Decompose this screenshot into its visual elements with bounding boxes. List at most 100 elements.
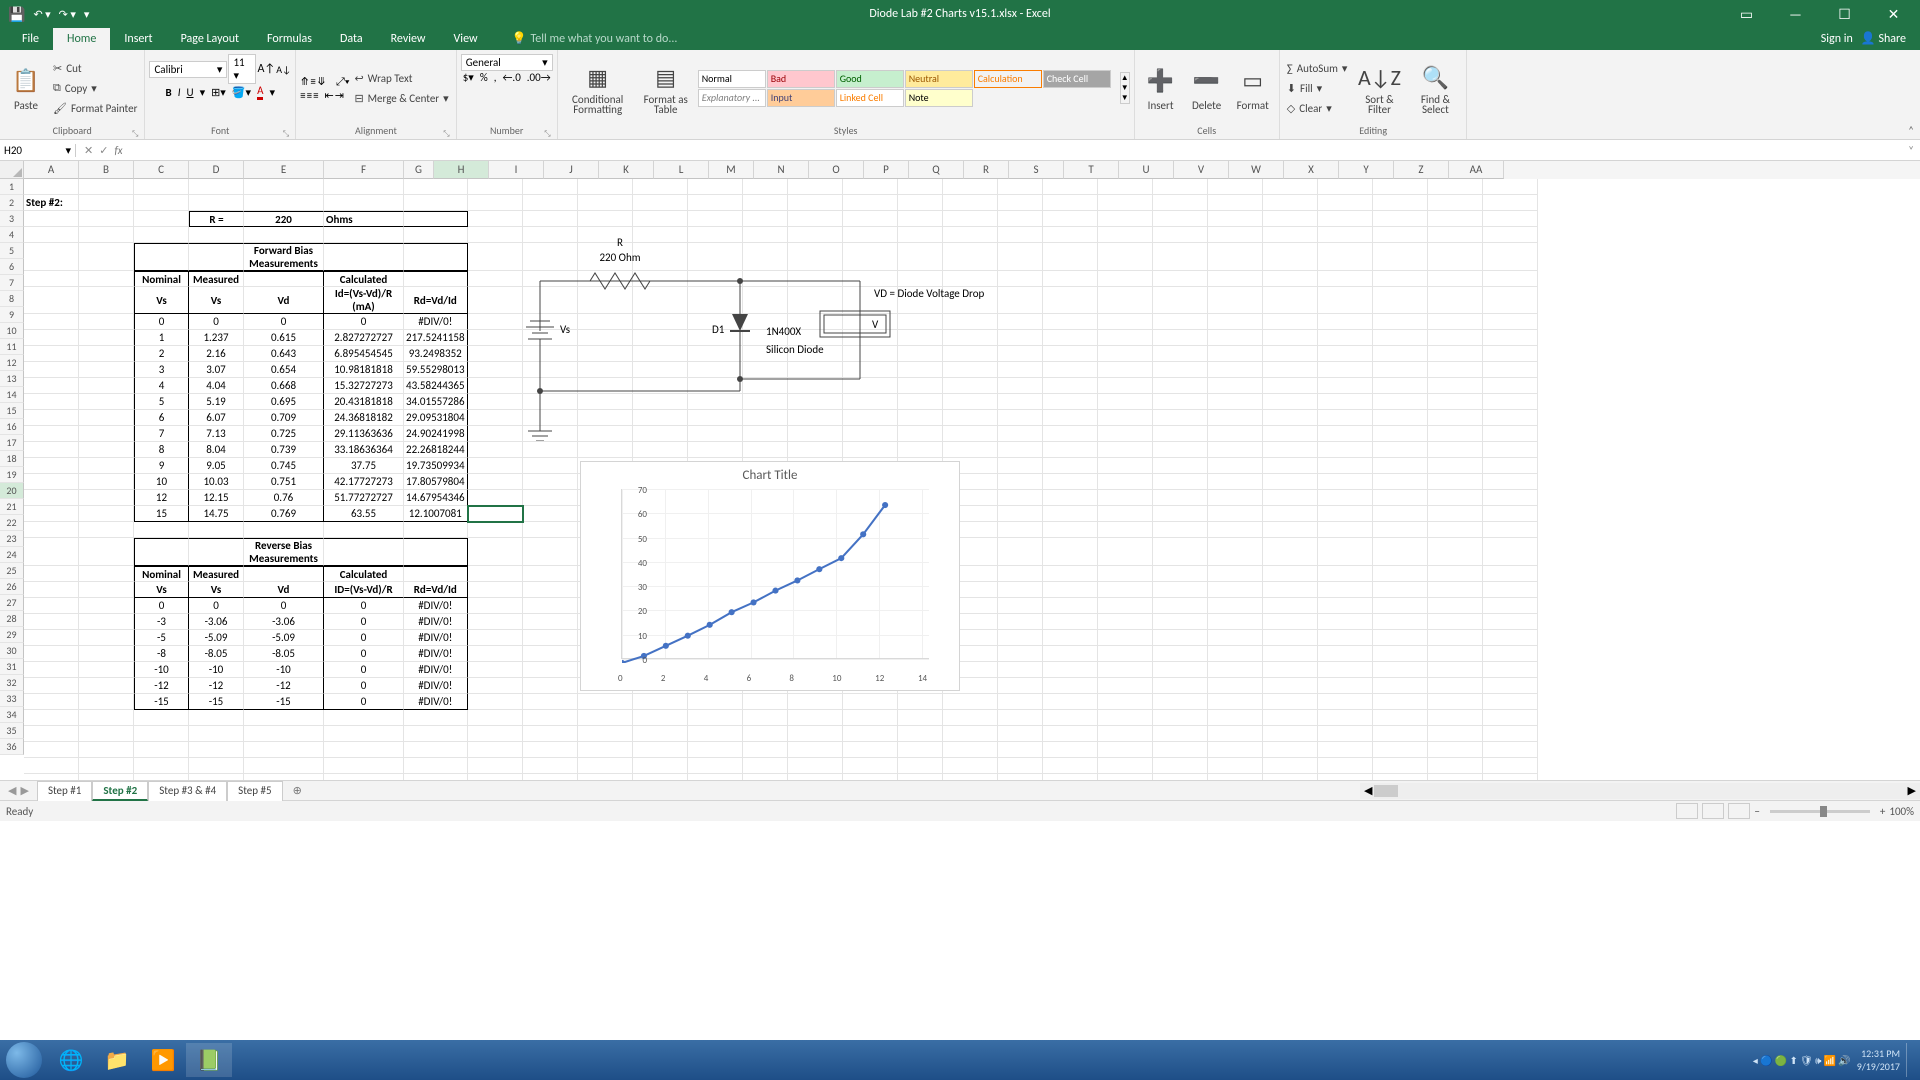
chart[interactable]: Chart Title 01020304050607002468101214	[580, 461, 960, 691]
col-header-V[interactable]: V	[1174, 161, 1229, 179]
comma-icon[interactable]: ,	[494, 71, 497, 84]
col-header-B[interactable]: B	[79, 161, 134, 179]
style-linked-cell[interactable]: Linked Cell	[836, 89, 904, 107]
inc-decimal-icon[interactable]: ←.0	[502, 71, 520, 84]
col-header-O[interactable]: O	[809, 161, 864, 179]
col-header-W[interactable]: W	[1229, 161, 1284, 179]
conditional-formatting-button[interactable]: ▦Conditional Formatting	[562, 58, 634, 118]
row-header-29[interactable]: 29	[0, 627, 24, 643]
row-header-32[interactable]: 32	[0, 675, 24, 691]
font-color-button[interactable]: A	[257, 84, 263, 100]
row-header-34[interactable]: 34	[0, 707, 24, 723]
fill-color-button[interactable]: 🪣▾	[232, 86, 251, 99]
cut-button[interactable]: ✂Cut	[50, 58, 140, 78]
sheet-tab-2[interactable]: Step #3 & #4	[148, 781, 227, 801]
maximize-button[interactable]: ☐	[1822, 0, 1867, 28]
col-header-C[interactable]: C	[134, 161, 189, 179]
orientation-icon[interactable]: ⤢▾	[336, 75, 349, 89]
align-bot-icon[interactable]: ⤋	[317, 75, 326, 88]
row-header-7[interactable]: 7	[0, 275, 24, 291]
col-header-Q[interactable]: Q	[909, 161, 964, 179]
format-painter-button[interactable]: 🖌Format Painter	[50, 98, 140, 118]
expand-formula-icon[interactable]: ˅	[1902, 144, 1920, 157]
gallery-more-icon[interactable]: ▼	[1121, 93, 1129, 103]
add-sheet-button[interactable]: ⊕	[283, 784, 312, 797]
horizontal-scrollbar[interactable]: ◀▶	[1360, 783, 1920, 799]
format-cells-button[interactable]: ▭Format	[1231, 58, 1275, 118]
col-header-F[interactable]: F	[324, 161, 404, 179]
font-family-select[interactable]: Calibri ▾	[149, 61, 227, 78]
col-header-D[interactable]: D	[189, 161, 244, 179]
cancel-entry-icon[interactable]: ✕	[84, 144, 93, 157]
row-header-30[interactable]: 30	[0, 643, 24, 659]
row-header-28[interactable]: 28	[0, 611, 24, 627]
style-normal[interactable]: Normal	[698, 70, 766, 88]
percent-icon[interactable]: %	[480, 71, 488, 84]
page-layout-button[interactable]	[1702, 803, 1724, 819]
align-mid-icon[interactable]: ≡	[310, 75, 315, 88]
style-explanatory-[interactable]: Explanatory ...	[698, 89, 766, 107]
row-header-17[interactable]: 17	[0, 435, 24, 451]
style-note[interactable]: Note	[905, 89, 973, 107]
insert-cells-button[interactable]: ➕Insert	[1139, 58, 1183, 118]
start-button[interactable]	[6, 1042, 42, 1078]
qat-customize-icon[interactable]: ▾	[84, 8, 90, 21]
undo-icon[interactable]: ↶ ▾	[33, 8, 50, 21]
grow-font-icon[interactable]: A↑	[257, 62, 275, 76]
zoom-slider[interactable]	[1770, 810, 1870, 813]
style-input[interactable]: Input	[767, 89, 835, 107]
style-neutral[interactable]: Neutral	[905, 70, 973, 88]
sheet-next-icon[interactable]: ▶	[20, 784, 28, 797]
zoom-level[interactable]: 100%	[1889, 805, 1914, 818]
col-header-T[interactable]: T	[1064, 161, 1119, 179]
row-header-2[interactable]: 2	[0, 195, 24, 211]
row-header-25[interactable]: 25	[0, 563, 24, 579]
show-desktop[interactable]	[1906, 1043, 1914, 1077]
taskbar-excel[interactable]: 📗	[186, 1043, 232, 1077]
col-header-Y[interactable]: Y	[1339, 161, 1394, 179]
row-header-24[interactable]: 24	[0, 547, 24, 563]
col-header-R[interactable]: R	[964, 161, 1009, 179]
zoom-out-button[interactable]: −	[1754, 805, 1759, 818]
row-header-13[interactable]: 13	[0, 371, 24, 387]
row-header-22[interactable]: 22	[0, 515, 24, 531]
row-header-9[interactable]: 9	[0, 307, 24, 323]
confirm-entry-icon[interactable]: ✓	[99, 144, 108, 157]
col-header-X[interactable]: X	[1284, 161, 1339, 179]
tray-icons[interactable]: ◂ 🔵 🟢 ⬆ 🛡 🕪 📶 🔊	[1753, 1054, 1851, 1067]
sheet-tab-0[interactable]: Step #1	[37, 781, 92, 801]
style-bad[interactable]: Bad	[767, 70, 835, 88]
col-header-E[interactable]: E	[244, 161, 324, 179]
sheet-tab-3[interactable]: Step #5	[227, 781, 282, 801]
tab-formulas[interactable]: Formulas	[253, 28, 326, 50]
style-calculation[interactable]: Calculation	[974, 70, 1042, 88]
col-header-I[interactable]: I	[489, 161, 544, 179]
tab-file[interactable]: File	[8, 28, 53, 50]
indent-icon[interactable]: ⇥	[335, 89, 344, 102]
row-header-33[interactable]: 33	[0, 691, 24, 707]
close-button[interactable]: ✕	[1871, 0, 1916, 28]
row-header-6[interactable]: 6	[0, 259, 24, 275]
taskbar-ie[interactable]: 🌐	[48, 1043, 94, 1077]
row-header-36[interactable]: 36	[0, 739, 24, 755]
fill-button[interactable]: ⬇Fill ▾	[1284, 78, 1351, 98]
currency-icon[interactable]: $▾	[463, 71, 474, 84]
col-header-G[interactable]: G	[404, 161, 434, 179]
font-size-select[interactable]: 11 ▾	[228, 54, 256, 84]
col-header-AA[interactable]: AA	[1449, 161, 1504, 179]
sort-filter-button[interactable]: A↓ZSort & Filter	[1352, 58, 1406, 118]
share-button[interactable]: 👤 Share	[1861, 31, 1906, 46]
row-header-19[interactable]: 19	[0, 467, 24, 483]
row-header-3[interactable]: 3	[0, 211, 24, 227]
row-header-18[interactable]: 18	[0, 451, 24, 467]
merge-center-button[interactable]: ⊟Merge & Center ▾	[351, 88, 451, 108]
minimize-button[interactable]: —	[1773, 0, 1818, 28]
zoom-in-button[interactable]: +	[1880, 805, 1885, 818]
col-header-P[interactable]: P	[864, 161, 909, 179]
underline-button[interactable]: U	[187, 86, 194, 99]
outdent-icon[interactable]: ⇤	[325, 89, 334, 102]
col-header-L[interactable]: L	[654, 161, 709, 179]
row-header-1[interactable]: 1	[0, 179, 24, 195]
tab-page-layout[interactable]: Page Layout	[167, 28, 253, 50]
col-header-M[interactable]: M	[709, 161, 754, 179]
